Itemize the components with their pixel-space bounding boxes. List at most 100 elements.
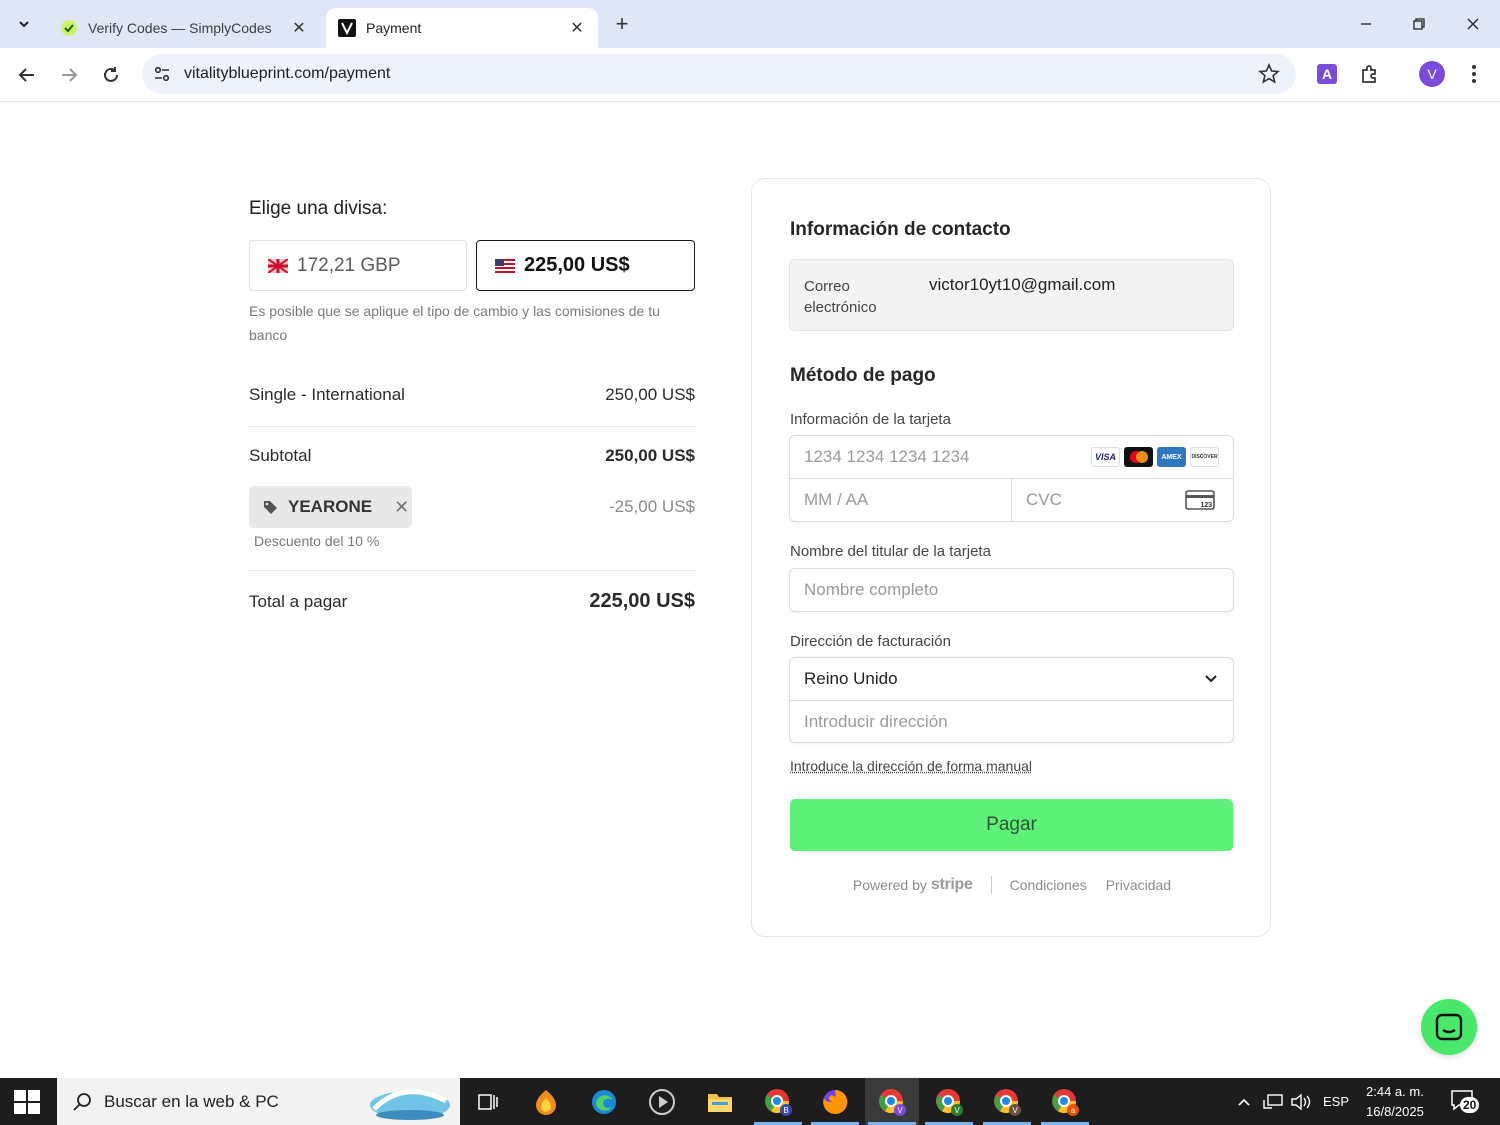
arrow-left-icon (18, 68, 34, 82)
chrome-profile-v2-icon[interactable]: V (922, 1078, 976, 1125)
tab-close-icon[interactable]: ✕ (568, 19, 586, 37)
back-button[interactable] (12, 60, 42, 90)
notification-center-icon[interactable]: 20 (1450, 1078, 1480, 1125)
extensions-puzzle-icon[interactable] (1357, 61, 1383, 87)
taskbar-search[interactable]: Buscar en la web & PC (57, 1078, 460, 1125)
chrome-profile-a-icon[interactable]: a (1038, 1078, 1092, 1125)
card-info-label: Información de la tarjeta (790, 411, 951, 428)
url-text[interactable]: vitalityblueprint.com/payment (184, 65, 390, 83)
card-input-group: 1234 1234 1234 1234 VISA AMEX DISCOVER M… (789, 435, 1234, 522)
country-select[interactable]: Reino Unido (790, 658, 1233, 700)
currency-usd-button[interactable]: 225,00 US$ (476, 240, 695, 291)
restore-icon (1413, 18, 1425, 30)
discount-note: Descuento del 10 % (254, 533, 380, 549)
browser-tab-strip: Verify Codes — SimplyCodes ✕ Payment ✕ + (0, 0, 1500, 48)
expiry-placeholder: MM / AA (804, 490, 869, 509)
subtotal-row: Subtotal 250,00 US$ (249, 446, 695, 466)
search-highlight-image-icon (370, 1089, 450, 1120)
card-expiry-cvc-row: MM / AA CVC 123 (790, 478, 1233, 521)
show-hidden-icons[interactable] (1236, 1078, 1252, 1125)
address-input[interactable]: Introducir dirección (790, 700, 1233, 742)
notification-count: 20 (1460, 1096, 1480, 1113)
tab-payment[interactable]: Payment ✕ (326, 8, 598, 48)
pay-button[interactable]: Pagar (790, 799, 1233, 851)
network-icon[interactable] (1262, 1078, 1284, 1125)
visa-icon: VISA (1091, 447, 1120, 467)
divider (249, 426, 695, 427)
profile-avatar[interactable]: V (1419, 61, 1445, 87)
total-row: Total a pagar 225,00 US$ (249, 590, 695, 613)
site-settings-icon[interactable] (152, 64, 172, 84)
bookmark-star-icon[interactable] (1258, 63, 1280, 85)
cardholder-placeholder: Nombre completo (804, 580, 939, 599)
browser-menu-icon[interactable] (1461, 61, 1487, 87)
mastercard-icon (1124, 447, 1153, 467)
item-name: Single - International (249, 385, 405, 404)
tab-close-icon[interactable]: ✕ (290, 19, 308, 37)
billing-input-group: Reino Unido Introducir dirección (789, 657, 1234, 743)
contact-info-box: Correo electrónico victor10yt10@gmail.co… (789, 259, 1234, 331)
chat-button[interactable] (1421, 999, 1477, 1055)
card-number-input[interactable]: 1234 1234 1234 1234 VISA AMEX DISCOVER (790, 436, 1233, 478)
powered-by-text[interactable]: Powered by (853, 877, 927, 893)
tab-search-button[interactable] (8, 8, 40, 40)
profile-badge: V (1012, 1106, 1018, 1115)
uk-flag-icon (268, 258, 288, 273)
volume-icon[interactable] (1290, 1078, 1312, 1125)
checkout-page: Elige una divisa: 172,21 GBP 225,00 US$ … (0, 103, 1500, 1078)
expiry-input[interactable]: MM / AA (790, 479, 1011, 521)
minimize-button[interactable] (1346, 8, 1386, 40)
arrow-right-icon (62, 68, 78, 82)
cvc-card-icon: 123 (1185, 490, 1215, 510)
checkout-footer: Powered by stripe Condiciones Privacidad (752, 876, 1272, 894)
tab-verify-codes[interactable]: Verify Codes — SimplyCodes ✕ (48, 8, 320, 48)
close-icon (1467, 18, 1479, 30)
profile-badge: B (783, 1106, 788, 1115)
chrome-profile-b-icon[interactable]: B (751, 1078, 805, 1125)
contact-title: Información de contacto (790, 219, 1011, 240)
search-placeholder: Buscar en la web & PC (104, 1092, 279, 1111)
card-brands: VISA AMEX DISCOVER (1091, 447, 1219, 467)
language-indicator[interactable]: ESP (1323, 1078, 1349, 1125)
stripe-logo[interactable]: stripe (931, 876, 973, 894)
task-view-icon[interactable] (461, 1078, 515, 1125)
discount-amount: -25,00 US$ (609, 497, 695, 516)
privacy-link[interactable]: Privacidad (1106, 877, 1171, 893)
profile-badge: V (897, 1106, 903, 1115)
item-price: 250,00 US$ (605, 385, 695, 404)
card-number-placeholder: 1234 1234 1234 1234 (804, 447, 970, 466)
chrome-profile-v3-icon[interactable]: V (980, 1078, 1034, 1125)
minimize-icon (1361, 23, 1371, 25)
restore-button[interactable] (1399, 8, 1439, 40)
manual-address-link[interactable]: Introduce la dirección de forma manual (790, 758, 1032, 774)
extension-a-icon[interactable]: A (1314, 61, 1340, 87)
exchange-note: Es posible que se aplique el tipo de cam… (249, 303, 660, 343)
fl-studio-icon[interactable] (519, 1078, 573, 1125)
currency-label: 172,21 GBP (297, 254, 401, 276)
currency-gbp-button[interactable]: 172,21 GBP (249, 240, 467, 291)
forward-button[interactable] (54, 60, 84, 90)
close-window-button[interactable] (1453, 8, 1493, 40)
file-explorer-icon[interactable] (693, 1078, 747, 1125)
promo-code: YEARONE (288, 497, 373, 516)
terms-link[interactable]: Condiciones (1010, 877, 1087, 893)
reload-button[interactable] (96, 60, 126, 90)
firefox-icon[interactable] (808, 1078, 862, 1125)
new-tab-button[interactable]: + (608, 10, 636, 38)
us-flag-icon (495, 258, 515, 273)
media-player-icon[interactable] (635, 1078, 689, 1125)
windows-taskbar: Buscar en la web & PC B V V V a ESP 2:44… (0, 1078, 1500, 1125)
vitality-favicon-icon (338, 19, 356, 37)
profile-badge: a (1071, 1106, 1076, 1115)
remove-promo-button[interactable]: ✕ (394, 497, 409, 518)
subtotal-label: Subtotal (249, 446, 312, 465)
chrome-profile-v-active-icon[interactable]: V (865, 1078, 919, 1125)
address-bar[interactable]: vitalityblueprint.com/payment (142, 54, 1296, 94)
windows-start-icon[interactable] (14, 1090, 40, 1114)
edge-icon[interactable] (577, 1078, 631, 1125)
country-value: Reino Unido (804, 669, 898, 688)
taskbar-clock[interactable]: 2:44 a. m. 16/8/2025 (1366, 1082, 1424, 1122)
cardholder-input[interactable]: Nombre completo (789, 568, 1234, 612)
divider (249, 570, 695, 571)
cvc-input[interactable]: CVC 123 (1011, 479, 1233, 521)
